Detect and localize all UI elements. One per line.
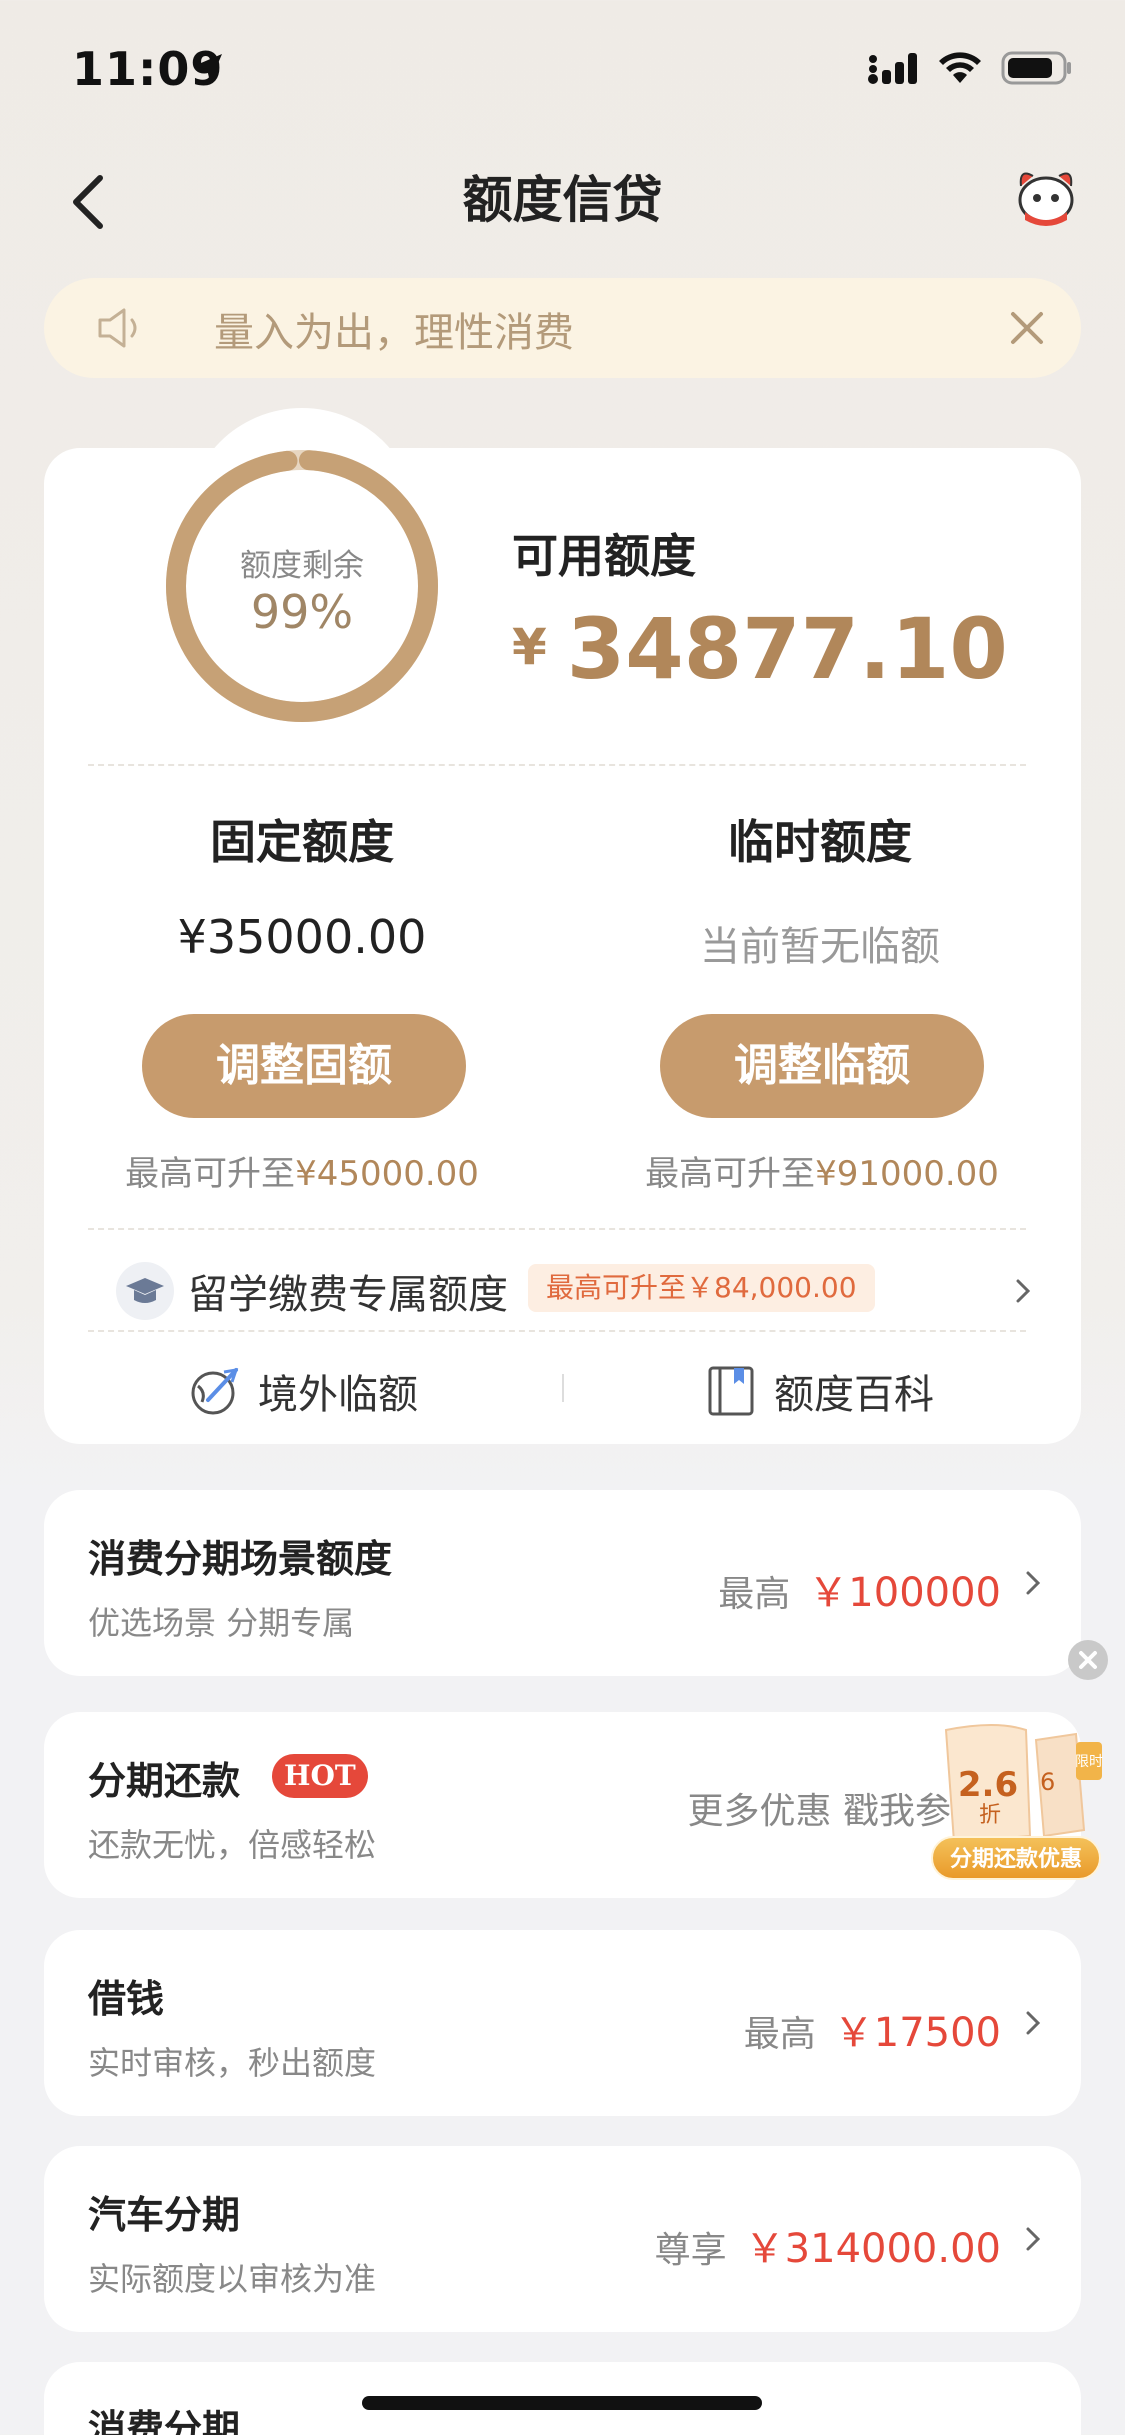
page-title: 额度信贷 (462, 171, 663, 229)
speaker-icon (98, 308, 137, 348)
nav-bar: 额度信贷 (0, 150, 1125, 240)
temporary-title: 临时额度 (728, 815, 912, 869)
adjust-fixed-button[interactable]: 调整固额 (142, 1014, 466, 1118)
value-prefix: 尊享 (654, 2230, 727, 2271)
status-bar: 11:09 (0, 0, 1125, 140)
list-item-value: 尊享 ￥314000.00 (655, 2216, 1001, 2274)
notice-text: 量入为出，理性消费 (214, 310, 574, 356)
chevron-right-icon (1026, 2011, 1041, 2035)
temporary-max-value: ¥91000.00 (815, 1154, 999, 1194)
fixed-max-prefix: 最高可升至 (125, 1154, 296, 1194)
notice-banner: 量入为出，理性消费 (44, 278, 1081, 378)
fixed-max: 最高可升至¥45000.00 (92, 1146, 512, 1195)
divider (562, 1374, 564, 1402)
temporary-status: 当前暂无临额 (700, 924, 940, 970)
available-amount: ¥34877.10 (512, 600, 1008, 698)
list-item-subtitle: 实时审核，秒出额度 (88, 2044, 377, 2082)
close-icon[interactable] (1007, 308, 1047, 348)
hot-badge: HOT (272, 1754, 368, 1798)
promo-label: 分期还款优惠 (931, 1836, 1101, 1880)
chevron-right-icon (1016, 1279, 1031, 1303)
value-amount: ￥100000 (808, 1570, 1001, 1616)
adjust-temporary-button[interactable]: 调整临额 (660, 1014, 984, 1118)
list-item-title: 分期还款 (88, 1759, 241, 1803)
status-indicators (867, 50, 1073, 86)
available-number: 34877.10 (566, 600, 1008, 698)
quick-link-label: 额度百科 (774, 1372, 934, 1418)
list-item-value: 最高 ￥100000 (718, 1560, 1001, 1618)
promo-second: 6 (1040, 1768, 1055, 1796)
value-amount: ￥314000.00 (744, 2226, 1001, 2272)
list-item-subtitle: 还款无忧，倍感轻松 (88, 1826, 377, 1864)
location-arrow-icon (194, 54, 222, 82)
study-abroad-row[interactable]: 留学缴费专属额度 最高可升至￥84,000.00 (44, 1254, 1081, 1324)
divider (88, 1228, 1026, 1230)
available-label: 可用额度 (512, 529, 696, 583)
study-abroad-label: 留学缴费专属额度 (188, 1272, 508, 1318)
list-item-title: 借钱 (88, 1977, 165, 2021)
quick-link-label: 境外临额 (258, 1372, 418, 1418)
currency-symbol: ¥ (512, 618, 547, 676)
list-item-installment-quota[interactable]: 消费分期场景额度 优选场景 分期专属 最高 ￥100000 (44, 1490, 1081, 1676)
list-item-title: 消费分期场景额度 (88, 1537, 393, 1581)
study-abroad-badge: 最高可升至￥84,000.00 (528, 1264, 875, 1312)
value-prefix: 最高 (718, 1574, 791, 1615)
graduation-cap-icon (116, 1262, 174, 1320)
fixed-max-value: ¥45000.00 (295, 1154, 479, 1194)
chevron-right-icon (1026, 2227, 1041, 2251)
gauge-percent: 99% (250, 585, 354, 639)
value-amount: ￥17500 (833, 2010, 1001, 2056)
gauge-label: 额度剩余 (240, 548, 364, 584)
globe-plane-icon (191, 1368, 239, 1415)
promo-unit: 折 (979, 1803, 1001, 1828)
fixed-title: 固定额度 (210, 815, 394, 869)
close-icon (1079, 1651, 1097, 1669)
divider (88, 1330, 1026, 1332)
promo-tag: 限时 (1075, 1754, 1103, 1770)
list-item-promo-text: 更多优惠 戳我参 (687, 1791, 951, 1832)
list-item-borrow[interactable]: 借钱 实时审核，秒出额度 最高 ￥17500 (44, 1930, 1081, 2116)
temporary-max-prefix: 最高可升至 (645, 1154, 816, 1194)
list-item-title: 汽车分期 (88, 2193, 241, 2237)
cellular-signal-icon (868, 53, 917, 84)
list-item-car-installment[interactable]: 汽车分期 实际额度以审核为准 尊享 ￥314000.00 (44, 2146, 1081, 2332)
mascot-icon[interactable] (1011, 160, 1081, 230)
quick-link-overseas[interactable]: 境外临额 (186, 1356, 418, 1426)
list-item-title: 消费分期 (88, 2407, 241, 2435)
list-item-subtitle: 优选场景 分期专属 (88, 1604, 355, 1642)
list-item-subtitle: 实际额度以审核为准 (88, 2260, 377, 2298)
promo-close-button[interactable] (1068, 1640, 1108, 1680)
promo-discount: 2.6 (958, 1765, 1018, 1805)
temporary-max: 最高可升至¥91000.00 (612, 1146, 1032, 1195)
fixed-amount: ¥35000.00 (177, 910, 427, 964)
quick-link-wiki[interactable]: 额度百科 (706, 1356, 934, 1426)
battery-icon (1001, 51, 1071, 85)
chevron-right-icon (1026, 1571, 1041, 1595)
book-icon (708, 1366, 754, 1416)
list-item-value: 最高 ￥17500 (744, 2000, 1001, 2058)
value-prefix: 最高 (743, 2014, 816, 2055)
home-indicator (362, 2396, 762, 2410)
wifi-icon (939, 52, 981, 83)
divider (88, 764, 1026, 766)
